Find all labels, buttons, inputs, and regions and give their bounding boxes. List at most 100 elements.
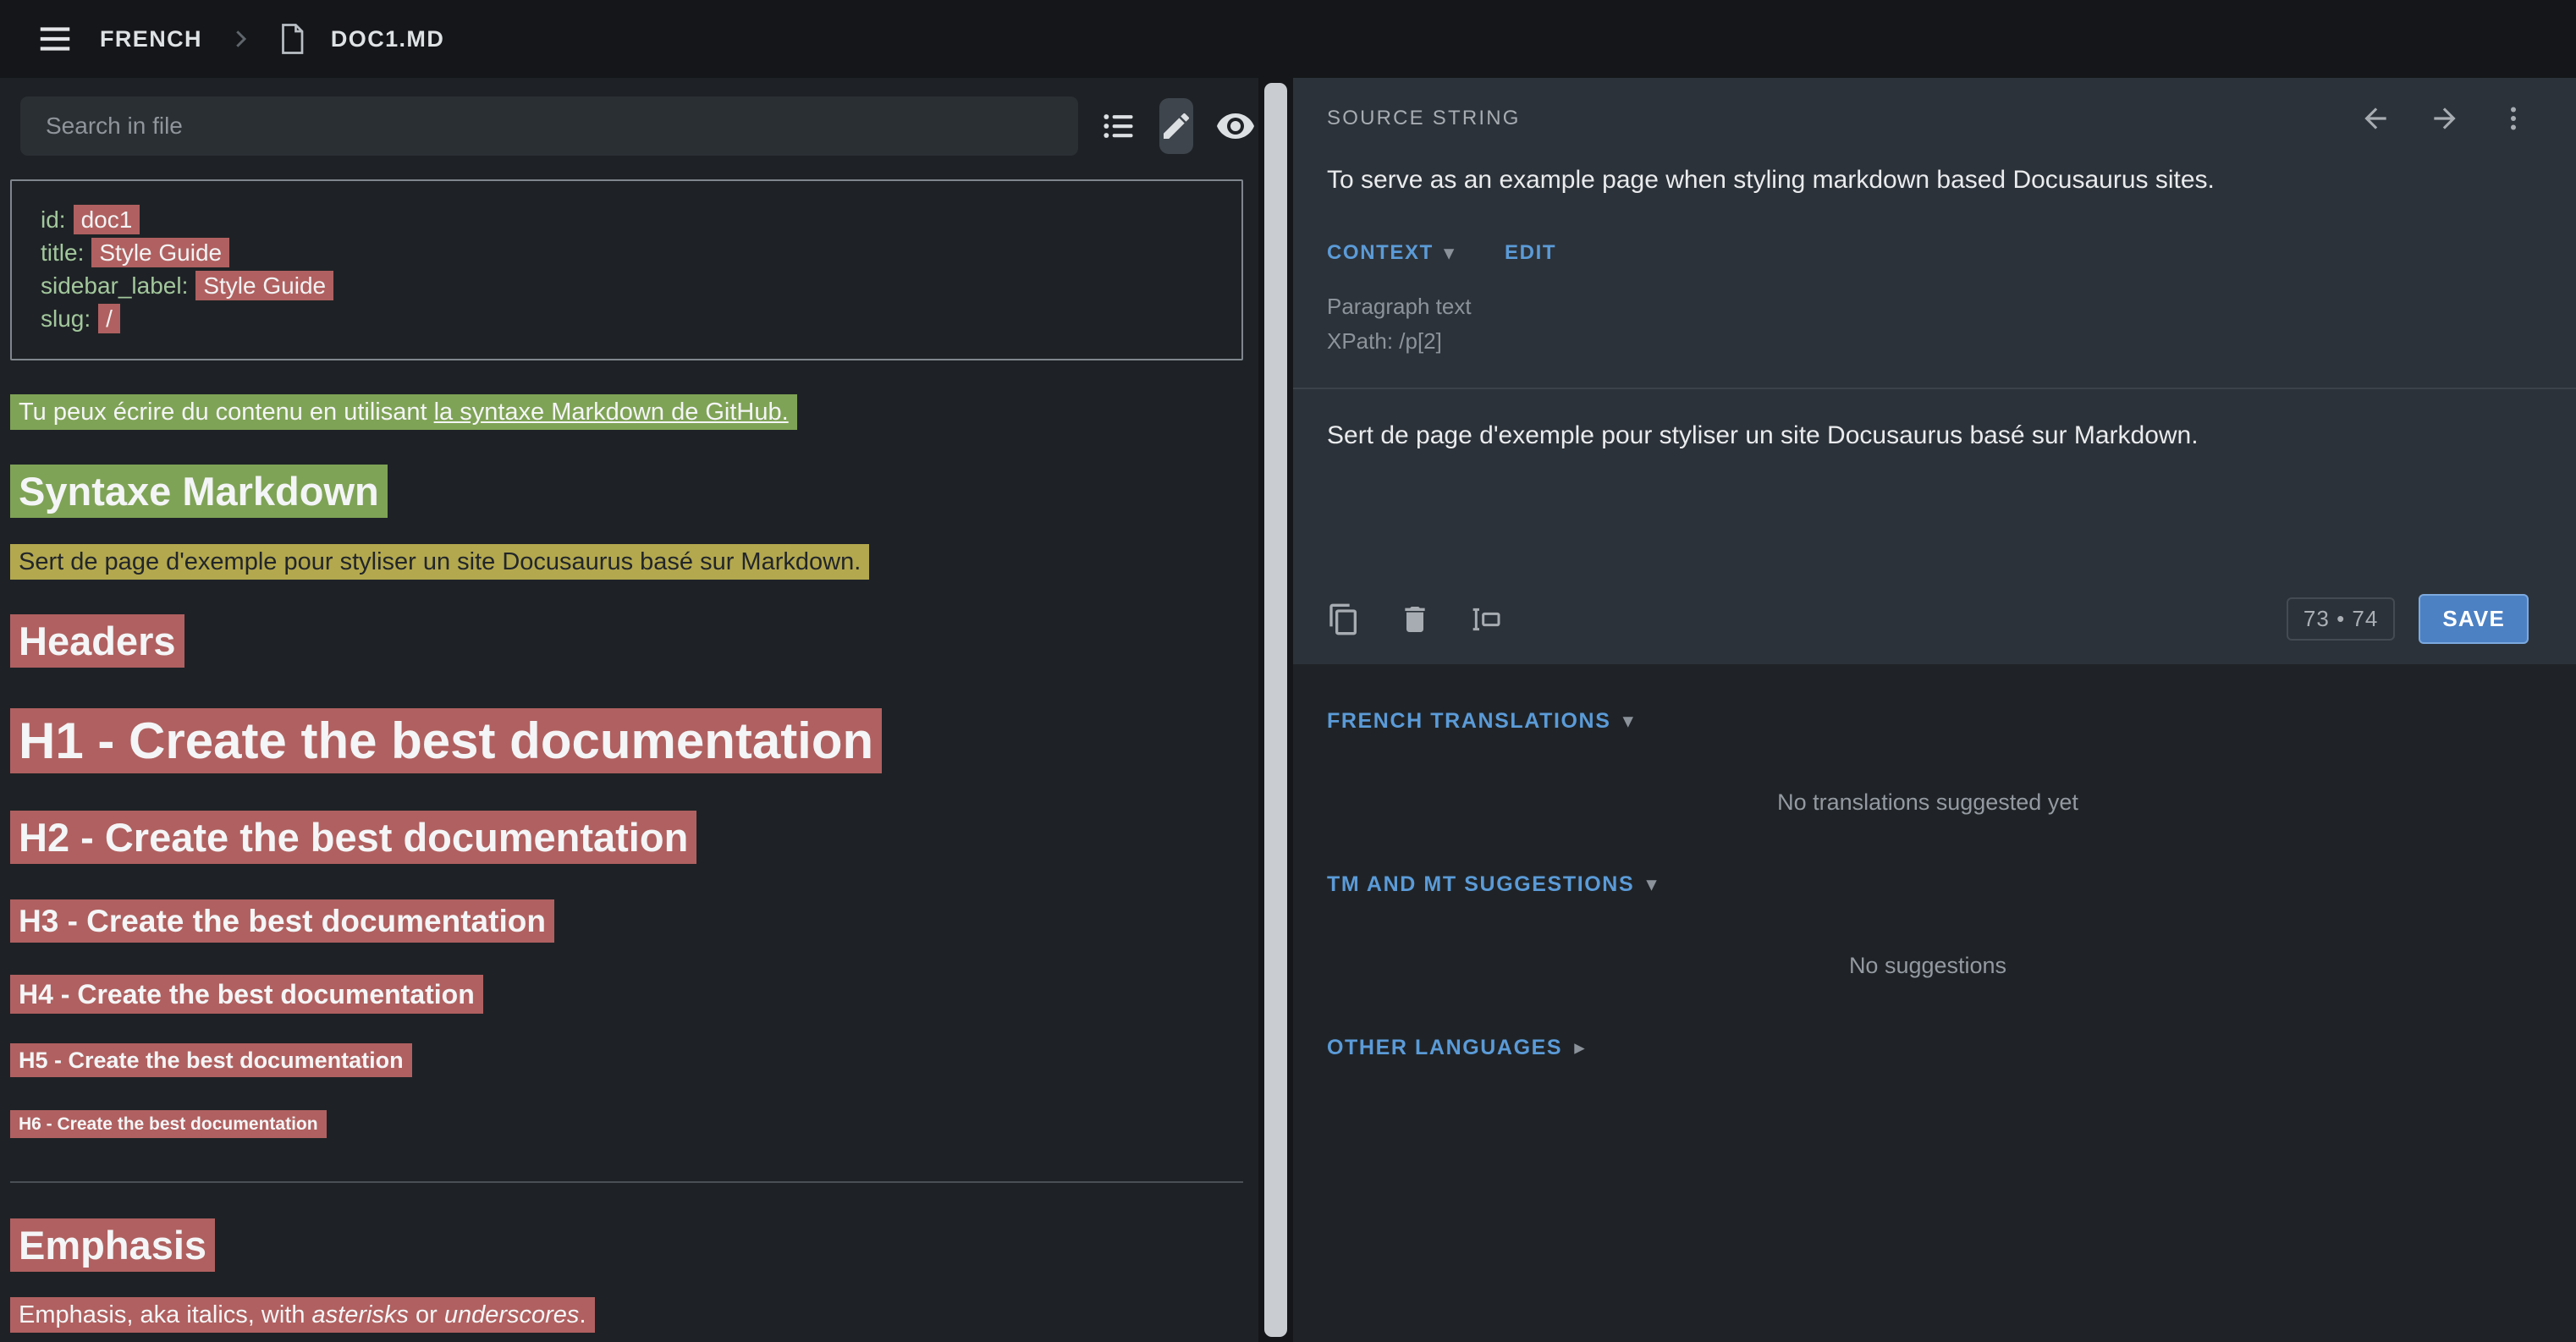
text-segment: .	[579, 1301, 586, 1328]
heading-h2: H2 - Create the best documentation	[10, 811, 1247, 864]
paragraph-intro: Tu peux écrire du contenu en utilisant l…	[10, 396, 1247, 429]
source-string-text: To serve as an example page when styling…	[1327, 166, 2529, 195]
topbar: FRENCH DOC1.MD	[0, 0, 2576, 78]
translatable-string[interactable]: /	[98, 304, 120, 333]
intro-text: Tu peux écrire du contenu en utilisant	[19, 399, 434, 426]
paragraph-current: Sert de page d'exemple pour styliser un …	[10, 546, 1247, 579]
string-editor: SOURCE STRING	[1293, 78, 2576, 664]
context-label: CONTEXT	[1327, 241, 1434, 265]
heading-headers: Headers	[10, 614, 1247, 668]
eye-icon	[1215, 106, 1256, 146]
caret-right-icon: ▸	[1574, 1035, 1586, 1060]
frontmatter-key: title:	[41, 239, 84, 266]
breadcrumb-file[interactable]: DOC1.MD	[331, 26, 444, 52]
editor-header: SOURCE STRING	[1327, 78, 2529, 159]
previous-string-button[interactable]	[2359, 102, 2392, 135]
untranslated-string[interactable]: Emphasis	[10, 1218, 215, 1272]
translation-panel: SOURCE STRING	[1293, 78, 2576, 1342]
frontmatter-box: id: doc1 title: Style Guide sidebar_label:…	[10, 179, 1243, 360]
heading-h4: H4 - Create the best documentation	[10, 976, 1247, 1013]
frontmatter-key: slug:	[41, 305, 91, 332]
editor-divider	[1293, 388, 2576, 389]
file-toolbar	[0, 78, 1258, 171]
heading-h5: H5 - Create the best documentation	[10, 1045, 1247, 1075]
list-view-button[interactable]	[1100, 101, 1137, 151]
text-selection-icon	[1469, 602, 1503, 636]
translation-toolbar: 73 • 74 SAVE	[1327, 586, 2529, 664]
no-translations-text: No translations suggested yet	[1327, 789, 2529, 816]
document-panel: id: doc1 title: Style Guide sidebar_label:…	[0, 78, 1258, 1342]
text-selection-mode-button[interactable]	[1469, 602, 1503, 636]
untranslated-string[interactable]: H1 - Create the best documentation	[10, 708, 882, 773]
hamburger-icon	[36, 19, 74, 58]
context-type: Paragraph text	[1327, 289, 2529, 324]
list-icon	[1100, 107, 1137, 145]
document-preview: id: doc1 title: Style Guide sidebar_label:…	[0, 171, 1258, 1342]
character-counter: 73 • 74	[2287, 597, 2395, 641]
french-translations-toggle[interactable]: FRENCH TRANSLATIONS ▾	[1327, 708, 1635, 734]
untranslated-string[interactable]: H4 - Create the best documentation	[10, 975, 483, 1014]
translatable-string[interactable]: Style Guide	[91, 238, 229, 267]
frontmatter-line: slug: /	[41, 302, 1213, 335]
untranslated-string[interactable]: Headers	[10, 614, 184, 668]
copy-source-button[interactable]	[1327, 602, 1361, 636]
trash-icon	[1398, 602, 1432, 636]
untranslated-string[interactable]: H5 - Create the best documentation	[10, 1043, 412, 1077]
heading-syntaxe-markdown: Syntaxe Markdown	[10, 465, 1247, 518]
kebab-menu-icon	[2498, 103, 2529, 134]
text-segment: Emphasis, aka italics, with	[19, 1301, 312, 1328]
save-button[interactable]: SAVE	[2419, 594, 2529, 644]
untranslated-string[interactable]: H2 - Create the best documentation	[10, 811, 696, 864]
main-split: id: doc1 title: Style Guide sidebar_label:…	[0, 78, 2576, 1342]
translation-textarea[interactable]: Sert de page d'exemple pour styliser un …	[1327, 393, 2529, 586]
caret-down-icon: ▾	[1622, 708, 1634, 734]
caret-down-icon: ▾	[1444, 240, 1456, 266]
edit-label: EDIT	[1505, 241, 1556, 265]
translate-mode-button[interactable]	[1159, 98, 1193, 154]
hamburger-menu-button[interactable]	[36, 19, 74, 58]
edit-context-button[interactable]: EDIT	[1505, 241, 1556, 265]
context-xpath: XPath: /p[2]	[1327, 324, 2529, 359]
translated-string[interactable]: Syntaxe Markdown	[10, 465, 388, 518]
translatable-string[interactable]: Style Guide	[195, 271, 333, 300]
untranslated-string[interactable]: H3 - Create the best documentation	[10, 899, 554, 943]
other-languages-toggle[interactable]: OTHER LANGUAGES ▸	[1327, 1035, 1586, 1060]
heading-emphasis: Emphasis	[10, 1218, 1247, 1272]
tm-mt-label: TM AND MT SUGGESTIONS	[1327, 872, 1634, 897]
suggestions-area: FRENCH TRANSLATIONS ▾ No translations su…	[1293, 664, 2576, 1342]
untranslated-string[interactable]: H6 - Create the best documentation	[10, 1110, 327, 1138]
copy-icon	[1327, 602, 1361, 636]
selected-string[interactable]: Sert de page d'exemple pour styliser un …	[10, 544, 869, 580]
more-options-button[interactable]	[2498, 103, 2529, 134]
caret-down-icon: ▾	[1646, 872, 1658, 897]
preview-mode-button[interactable]	[1215, 101, 1256, 151]
text-segment: or	[409, 1301, 444, 1328]
scrollbar-thumb[interactable]	[1264, 83, 1287, 1337]
translatable-string[interactable]: doc1	[74, 205, 140, 234]
markdown-link: la syntaxe Markdown de GitHub.	[434, 399, 789, 426]
context-toggle[interactable]: CONTEXT ▾	[1327, 240, 1456, 266]
untranslated-string[interactable]: Emphasis, aka italics, with asterisks or…	[10, 1297, 595, 1333]
breadcrumb-project[interactable]: FRENCH	[100, 26, 202, 52]
frontmatter-key: id:	[41, 206, 66, 233]
frontmatter-line: id: doc1	[41, 203, 1213, 236]
document-scrollbar[interactable]	[1258, 78, 1293, 1342]
file-icon	[278, 24, 305, 54]
arrow-right-icon	[2429, 102, 2461, 135]
pencil-icon	[1159, 109, 1193, 143]
context-info: Paragraph text XPath: /p[2]	[1327, 289, 2529, 359]
italic-segment: asterisks	[312, 1301, 409, 1328]
clear-translation-button[interactable]	[1398, 602, 1432, 636]
frontmatter-line: sidebar_label:Style Guide	[41, 269, 1213, 302]
heading-h1: H1 - Create the best documentation	[10, 707, 1247, 775]
tm-mt-suggestions-toggle[interactable]: TM AND MT SUGGESTIONS ▾	[1327, 872, 1658, 897]
heading-h6: H6 - Create the best documentation	[10, 1113, 1247, 1136]
horizontal-rule	[10, 1181, 1243, 1183]
search-input[interactable]	[20, 96, 1078, 156]
italic-segment: underscores	[444, 1301, 580, 1328]
next-string-button[interactable]	[2429, 102, 2461, 135]
translated-string[interactable]: Tu peux écrire du contenu en utilisant l…	[10, 394, 797, 430]
heading-h3: H3 - Create the best documentation	[10, 900, 1247, 943]
context-row: CONTEXT ▾ EDIT	[1327, 240, 2529, 266]
other-languages-label: OTHER LANGUAGES	[1327, 1036, 1562, 1060]
